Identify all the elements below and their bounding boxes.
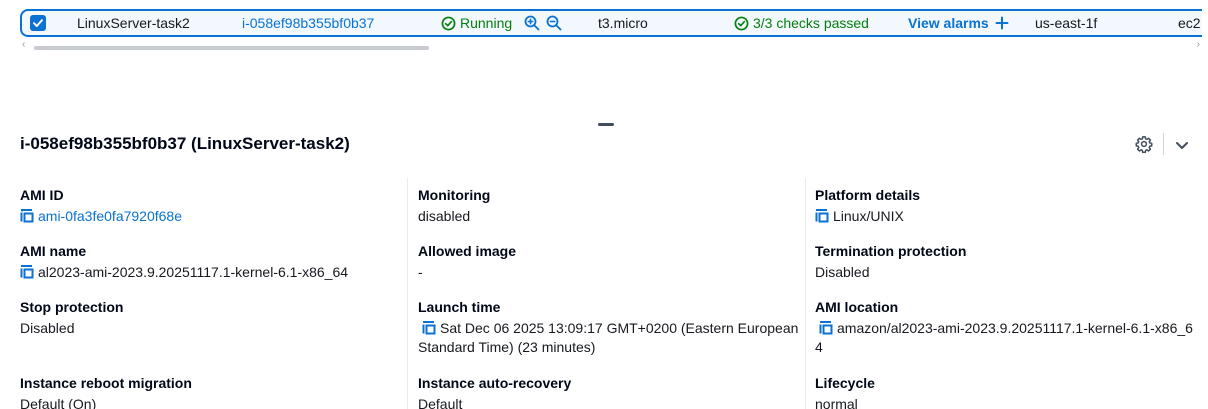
- row-checkbox[interactable]: [30, 15, 46, 31]
- field-termination-protection: Termination protection Disabled: [815, 243, 1205, 282]
- instance-id-link[interactable]: i-058ef98b355bf0b37: [242, 15, 374, 31]
- zoom-in-icon[interactable]: [524, 15, 540, 31]
- copy-icon[interactable]: [819, 321, 833, 335]
- availability-zone-cell: us-east-1f: [1035, 15, 1098, 31]
- field-value: normal: [815, 396, 858, 409]
- field-label: Platform details: [815, 187, 921, 203]
- details-title: i-058ef98b355bf0b37 (LinuxServer-task2): [20, 134, 350, 153]
- gear-icon[interactable]: [1135, 135, 1153, 153]
- instance-name-cell: LinuxServer-task2: [77, 15, 190, 31]
- copy-icon[interactable]: [20, 209, 34, 223]
- field-value: -: [418, 264, 423, 280]
- instance-type-cell: t3.micro: [598, 15, 648, 31]
- field-label: Instance auto-recovery: [418, 375, 572, 391]
- copy-icon[interactable]: [422, 321, 436, 335]
- status-checks-cell: 3/3 checks passed: [734, 15, 882, 31]
- field-value: Linux/UNIX: [815, 207, 1205, 226]
- field-value: Sat Dec 06 2025 13:09:17 GMT+0200 (Easte…: [418, 319, 803, 357]
- scroll-left-icon[interactable]: ‹: [22, 39, 25, 50]
- field-value: ami-0fa3fe0fa7920f68e: [20, 207, 410, 226]
- field-label: Stop protection: [20, 299, 124, 315]
- field-label: Launch time: [418, 299, 501, 315]
- view-alarms-link[interactable]: View alarms: [908, 15, 1009, 31]
- copy-icon[interactable]: [815, 209, 829, 223]
- field-platform-details: Platform details Linux/UNIX: [815, 187, 1205, 226]
- field-ami-location: AMI location amazon/al2023-ami-2023.9.20…: [815, 299, 1197, 357]
- launch-time-value: Sat Dec 06 2025 13:09:17 GMT+0200 (Easte…: [418, 320, 799, 355]
- field-label: Monitoring: [418, 187, 491, 203]
- ami-name-value: al2023-ami-2023.9.20251117.1-kernel-6.1-…: [38, 264, 349, 280]
- field-value: al2023-ami-2023.9.20251117.1-kernel-6.1-…: [20, 263, 410, 282]
- field-monitoring: Monitoring disabled: [418, 187, 808, 226]
- field-label: Lifecycle: [815, 375, 875, 391]
- scroll-right-icon[interactable]: ›: [1197, 39, 1200, 50]
- platform-value: Linux/UNIX: [833, 208, 904, 224]
- status-checks-label: 3/3 checks passed: [753, 15, 869, 31]
- field-lifecycle: Lifecycle normal: [815, 375, 1205, 409]
- field-value: Default (On): [20, 396, 97, 409]
- field-value: amazon/al2023-ami-2023.9.20251117.1-kern…: [815, 319, 1197, 357]
- ami-location-value: amazon/al2023-ami-2023.9.20251117.1-kern…: [815, 320, 1193, 355]
- field-value: Default: [418, 396, 463, 409]
- details-column-2: Monitoring disabled Allowed image - Laun…: [418, 178, 798, 409]
- field-label: AMI name: [20, 243, 87, 259]
- field-ami-name: AMI name al2023-ami-2023.9.20251117.1-ke…: [20, 243, 410, 282]
- header-divider: [1163, 133, 1164, 155]
- chevron-down-icon[interactable]: [1174, 137, 1190, 153]
- field-label: Termination protection: [815, 243, 967, 259]
- copy-icon[interactable]: [20, 265, 34, 279]
- field-stop-protection: Stop protection Disabled: [20, 299, 410, 338]
- check-circle-icon: [441, 16, 456, 30]
- check-icon: [33, 19, 43, 27]
- field-label: AMI ID: [20, 187, 64, 203]
- view-alarms-label: View alarms: [908, 15, 989, 31]
- field-allowed-image: Allowed image -: [418, 243, 808, 282]
- field-launch-time: Launch time Sat Dec 06 2025 13:09:17 GMT…: [418, 299, 803, 357]
- instance-state-label: Running: [460, 15, 513, 31]
- ami-id-link[interactable]: ami-0fa3fe0fa7920f68e: [38, 208, 182, 224]
- details-column-3: Platform details Linux/UNIX Termination …: [815, 178, 1195, 409]
- details-column-1: AMI ID ami-0fa3fe0fa7920f68e AMI name al…: [20, 178, 400, 409]
- field-label: AMI location: [815, 299, 899, 315]
- field-auto-recovery: Instance auto-recovery Default: [418, 375, 808, 409]
- field-reboot-migration: Instance reboot migration Default (On): [20, 375, 410, 409]
- split-panel-resize-handle[interactable]: [598, 123, 614, 126]
- field-label: Allowed image: [418, 243, 517, 259]
- instance-table-row[interactable]: LinuxServer-task2 i-058ef98b355bf0b37 Ru…: [20, 9, 1202, 37]
- horizontal-scrollbar[interactable]: ‹ ›: [22, 39, 1202, 53]
- field-ami-id: AMI ID ami-0fa3fe0fa7920f68e: [20, 187, 410, 226]
- field-value: Disabled: [815, 264, 870, 280]
- plus-icon[interactable]: [995, 16, 1009, 30]
- instance-state-cell: Running: [441, 15, 562, 31]
- field-value: Disabled: [20, 320, 75, 336]
- field-value: disabled: [418, 208, 471, 224]
- check-circle-icon: [734, 16, 749, 30]
- scrollbar-thumb[interactable]: [34, 46, 429, 50]
- public-dns-cell: ec2: [1178, 15, 1201, 31]
- field-label: Instance reboot migration: [20, 375, 192, 391]
- zoom-out-icon[interactable]: [546, 15, 562, 31]
